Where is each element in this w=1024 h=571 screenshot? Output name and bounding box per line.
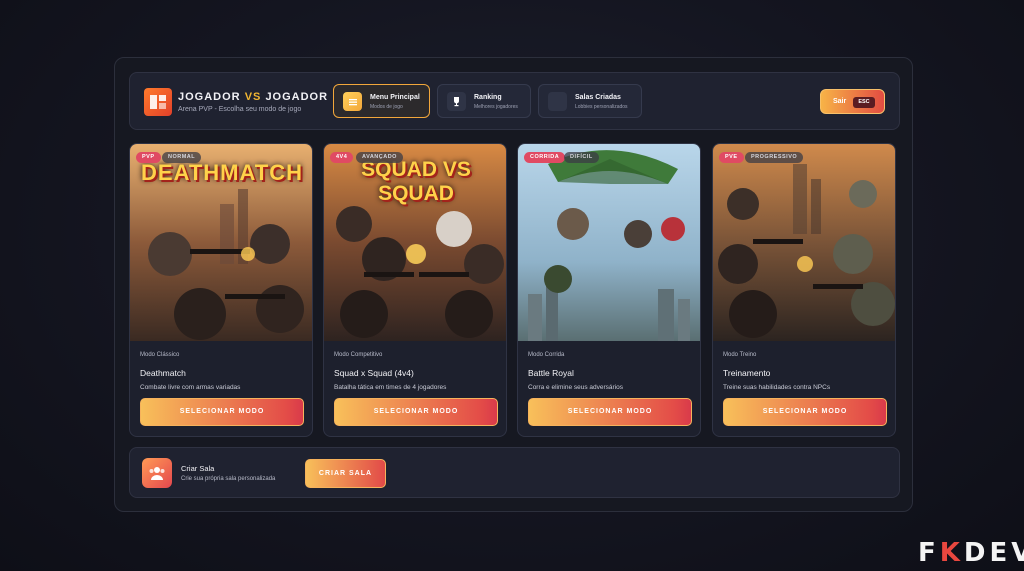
tag-difficulty: AVANÇADO (356, 152, 403, 163)
mode-name: Squad x Squad (4v4) (334, 368, 414, 378)
tag-mode: PVE (719, 152, 744, 163)
create-room-subtitle: Crie sua própria sala personalizada (181, 476, 276, 482)
create-room-bar: Criar Sala Crie sua própria sala persona… (129, 447, 900, 498)
mode-card-battle-royal[interactable]: CORRIDA DIFÍCIL Modo Corrida Battle Roya… (517, 143, 701, 437)
select-mode-button[interactable]: SELECIONAR MODO (528, 398, 692, 426)
mode-category: Modo Treino (723, 352, 757, 358)
watermark-dev: DEV (963, 538, 1024, 568)
game-logo-icon (144, 88, 172, 116)
mode-name: Deathmatch (140, 368, 186, 378)
tag-difficulty: PROGRESSIVO (745, 152, 804, 163)
create-room-title: Criar Sala (181, 464, 215, 473)
mode-description: Treine suas habilidades contra NPCs (723, 384, 831, 391)
page-title: JOGADOR VS JOGADOR (178, 91, 328, 103)
nav-ranking[interactable]: Ranking Melhores jogadores (437, 84, 531, 118)
lobby-icon (548, 92, 567, 111)
mode-name: Battle Royal (528, 368, 574, 378)
training-artwork: PVE PROGRESSIVO (713, 144, 895, 341)
trophy-icon (447, 92, 466, 111)
tag-mode: CORRIDA (524, 152, 566, 163)
menu-icon (343, 92, 362, 111)
mode-card-squad[interactable]: SQUAD VS SQUAD 4V4 AVANÇADO Modo Competi… (323, 143, 507, 437)
game-mode-panel: JOGADOR VS JOGADOR Arena PVP - Escolha s… (114, 57, 913, 512)
mode-category: Modo Competitivo (334, 352, 383, 358)
nav-label: Salas Criadas (575, 94, 621, 101)
exit-button[interactable]: Sair ESC (820, 89, 885, 114)
exit-label: Sair (833, 98, 847, 105)
tag-pvp: PVP (136, 152, 161, 163)
nav-sublabel: Modos de jogo (370, 104, 403, 110)
battle-royal-artwork: CORRIDA DIFÍCIL (518, 144, 700, 341)
title-left: JOGADOR (178, 91, 241, 103)
art-title: SQUAD VS SQUAD (361, 158, 471, 205)
mode-category: Modo Clássico (140, 352, 180, 358)
mode-category: Modo Corrida (528, 352, 565, 358)
mode-description: Combate livre com armas variadas (140, 384, 241, 391)
tag-team-size: 4V4 (330, 152, 354, 163)
select-mode-button[interactable]: SELECIONAR MODO (723, 398, 887, 426)
nav-label: Menu Principal (370, 94, 420, 101)
squad-artwork: SQUAD VS SQUAD 4V4 AVANÇADO (324, 144, 506, 341)
nav-sublabel: Melhores jogadores (474, 104, 518, 110)
top-header: JOGADOR VS JOGADOR Arena PVP - Escolha s… (129, 72, 900, 130)
select-mode-button[interactable]: SELECIONAR MODO (140, 398, 304, 426)
nav-salas-criadas[interactable]: Salas Criadas Lobbies personalizados (538, 84, 642, 118)
create-room-button[interactable]: CRIAR SALA (305, 459, 386, 488)
page-subtitle: Arena PVP - Escolha seu modo de jogo (178, 106, 302, 113)
art-title: DEATHMATCH (141, 160, 303, 185)
nav-sublabel: Lobbies personalizados (575, 104, 628, 110)
mode-card-treinamento[interactable]: PVE PROGRESSIVO Modo Treino Treinamento … (712, 143, 896, 437)
watermark-k: K (939, 538, 964, 568)
nav-menu-principal[interactable]: Menu Principal Modos de jogo (333, 84, 430, 118)
tag-difficulty: DIFÍCIL (564, 152, 599, 163)
title-vs: VS (244, 91, 262, 103)
title-right: JOGADOR (265, 91, 329, 103)
mode-description: Corra e elimine seus adversários (528, 384, 624, 391)
mode-description: Batalha tática em times de 4 jogadores (334, 384, 447, 391)
watermark-f: F (918, 538, 940, 568)
deathmatch-artwork: DEATHMATCH PVP NORMAL (130, 144, 312, 341)
nav-label: Ranking (474, 94, 502, 101)
tag-difficulty: NORMAL (162, 152, 202, 163)
fkdev-watermark: FKDEV (918, 538, 1024, 568)
users-icon (142, 458, 172, 488)
mode-card-deathmatch[interactable]: DEATHMATCH PVP NORMAL Modo Clássico Deat… (129, 143, 313, 437)
select-mode-button[interactable]: SELECIONAR MODO (334, 398, 498, 426)
esc-key-hint: ESC (853, 97, 875, 108)
mode-name: Treinamento (723, 368, 771, 378)
